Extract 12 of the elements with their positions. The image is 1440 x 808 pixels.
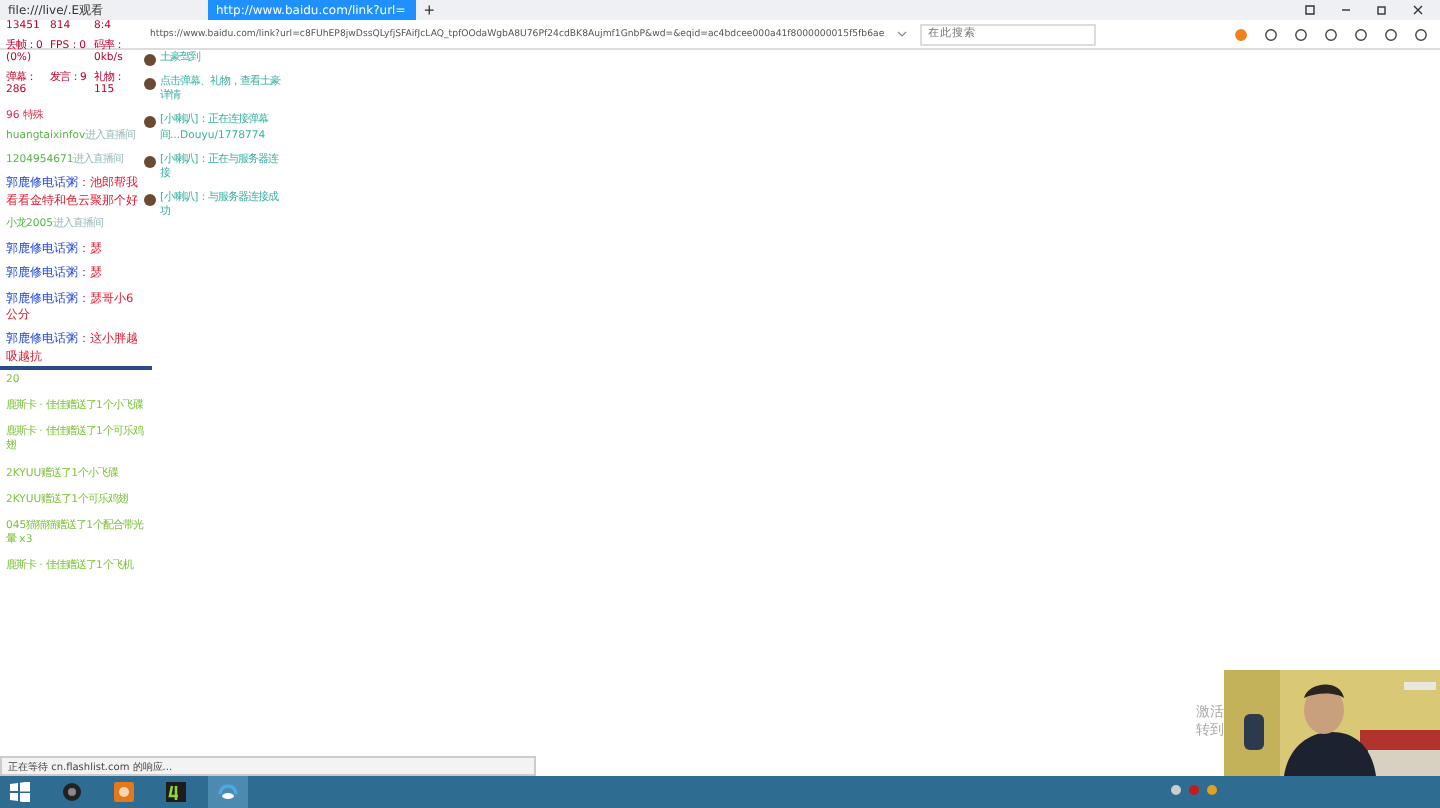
new-tab-button[interactable]: +	[416, 0, 443, 20]
app-icon[interactable]	[166, 782, 186, 802]
close-icon[interactable]	[1412, 4, 1424, 16]
browser-icon[interactable]	[218, 782, 238, 802]
avatar-icon	[144, 193, 156, 206]
restore-icon[interactable]	[1376, 4, 1388, 16]
minimize-icon[interactable]	[1340, 4, 1352, 16]
windows-logo-icon[interactable]	[10, 782, 30, 802]
caret-icon[interactable]	[896, 28, 909, 40]
camera-lens-icon[interactable]	[62, 782, 82, 802]
avatar-icon	[144, 155, 156, 168]
avatar-icon	[144, 116, 156, 129]
